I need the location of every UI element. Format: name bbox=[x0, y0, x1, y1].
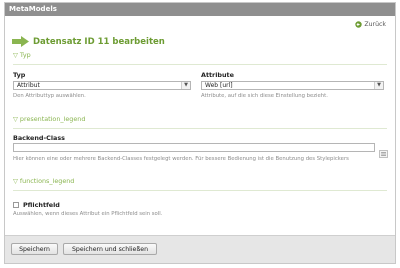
mandatory-label: Pflichtfeld bbox=[23, 201, 60, 209]
legend-functions[interactable]: ▽ functions_legend bbox=[13, 177, 74, 185]
action-bar: Speichern Speichern und schließen bbox=[5, 235, 395, 263]
edit-panel: MetaModels Zurück Datensatz ID 11 bearbe… bbox=[4, 2, 396, 264]
chevron-down-icon: ▼ bbox=[374, 82, 383, 89]
legend-typ-label: Typ bbox=[19, 51, 31, 59]
divider bbox=[13, 190, 387, 191]
save-button[interactable]: Speichern bbox=[11, 243, 58, 255]
back-link-label: Zurück bbox=[364, 21, 386, 28]
page-title: Datensatz ID 11 bearbeiten bbox=[33, 36, 165, 47]
backend-class-input[interactable] bbox=[13, 143, 375, 152]
save-and-close-button[interactable]: Speichern und schließen bbox=[63, 243, 157, 255]
legend-typ[interactable]: ▽ Typ bbox=[13, 51, 31, 59]
attribute-label: Attribute bbox=[201, 71, 234, 79]
chevron-down-icon: ▽ bbox=[13, 51, 18, 59]
page-heading: Datensatz ID 11 bearbeiten bbox=[12, 32, 165, 51]
backend-class-help: Hier können eine oder mehrere Backend-Cl… bbox=[13, 156, 349, 162]
chevron-down-icon: ▽ bbox=[13, 177, 18, 185]
window-titlebar: MetaModels bbox=[5, 3, 395, 16]
attribute-select[interactable]: Web [url] ▼ bbox=[201, 81, 384, 90]
typ-label: Typ bbox=[13, 71, 26, 79]
backend-class-label: Backend-Class bbox=[13, 134, 65, 142]
typ-select[interactable]: Attribut ▼ bbox=[13, 81, 191, 90]
back-link[interactable]: Zurück bbox=[355, 21, 386, 28]
chevron-down-icon: ▼ bbox=[181, 82, 190, 89]
mandatory-checkbox[interactable] bbox=[13, 202, 19, 208]
attribute-help: Attribute, auf die sich diese Einstellun… bbox=[201, 93, 328, 99]
typ-help: Den Attributtyp auswählen. bbox=[13, 93, 86, 99]
stylepicker-icon[interactable] bbox=[379, 143, 388, 158]
back-arrow-icon bbox=[355, 21, 363, 28]
typ-select-value: Attribut bbox=[17, 82, 40, 89]
legend-presentation[interactable]: ▽ presentation_legend bbox=[13, 115, 85, 123]
attribute-select-value: Web [url] bbox=[205, 82, 233, 89]
chevron-down-icon: ▽ bbox=[13, 115, 18, 123]
arrow-right-icon bbox=[12, 32, 29, 51]
mandatory-help: Auswählen, wenn dieses Attribut ein Pfli… bbox=[13, 211, 163, 217]
divider bbox=[13, 64, 387, 65]
legend-functions-label: functions_legend bbox=[19, 177, 75, 185]
divider bbox=[13, 128, 387, 129]
legend-presentation-label: presentation_legend bbox=[19, 115, 86, 123]
